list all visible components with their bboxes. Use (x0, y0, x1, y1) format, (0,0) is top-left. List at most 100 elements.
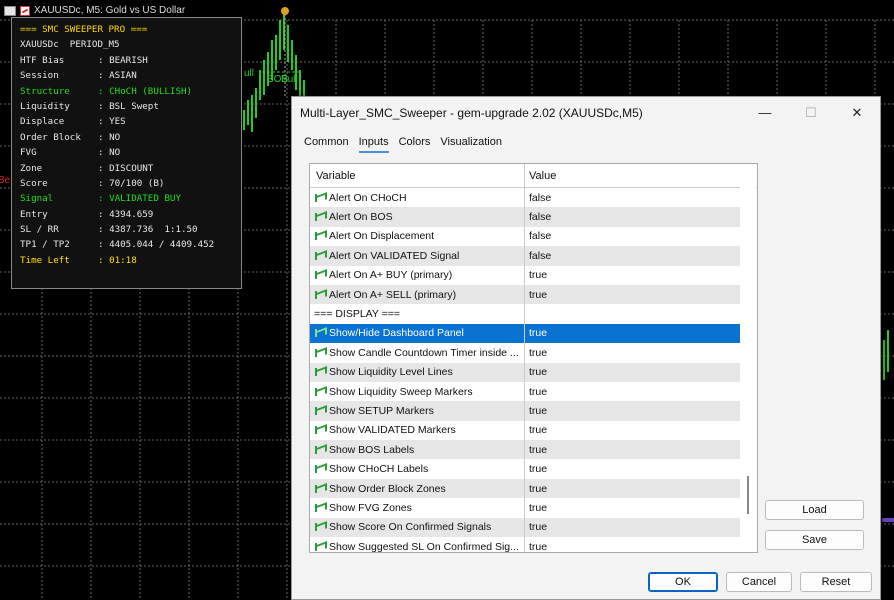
variable-cell[interactable]: Alert On BOS (310, 207, 525, 227)
dashboard-row-label: HTF Bias (20, 54, 65, 66)
table-row[interactable]: Alert On Displacement false (310, 226, 741, 247)
table-row[interactable]: Show SETUP Markers true (310, 401, 741, 421)
variable-cell[interactable]: === DISPLAY === (310, 304, 525, 324)
variable-name: Show Score On Confirmed Signals (329, 521, 492, 534)
value-cell[interactable]: true (525, 502, 547, 514)
minimize-button[interactable]: — (742, 97, 788, 128)
table-row[interactable]: Show Candle Countdown Timer inside ... tr… (310, 343, 741, 363)
table-row[interactable]: Show/Hide Dashboard Panel true (310, 323, 741, 344)
variable-name: === DISPLAY === (314, 308, 401, 321)
variable-cell[interactable]: Show VALIDATED Markers (310, 420, 525, 441)
input-arrow-icon (314, 425, 325, 435)
table-row[interactable]: Show BOS Labels true (310, 440, 741, 460)
input-arrow-icon (314, 251, 325, 261)
table-row[interactable]: Alert On VALIDATED Signal false (310, 246, 741, 266)
dashboard-row-value: : ASIAN (98, 70, 137, 82)
dashboard-row: Structure: CHoCH (BULLISH) (20, 86, 241, 101)
table-row[interactable]: Alert On CHoCH false (310, 188, 741, 208)
table-row[interactable]: Show FVG Zones true (310, 498, 741, 518)
variable-cell[interactable]: Show Candle Countdown Timer inside ... (310, 343, 525, 363)
ok-button[interactable]: OK (648, 572, 718, 592)
table-row[interactable]: Show Liquidity Level Lines true (310, 362, 741, 382)
inputs-table-header: Variable Value (310, 164, 757, 188)
table-row[interactable]: Show Suggested SL On Confirmed Sig... tru… (310, 537, 741, 552)
variable-name: Show Liquidity Sweep Markers (329, 385, 473, 398)
value-cell[interactable]: false (525, 230, 551, 242)
variable-cell[interactable]: Show Liquidity Sweep Markers (310, 381, 525, 402)
tab-visualization[interactable]: Visualization (440, 136, 502, 153)
value-cell[interactable]: true (525, 405, 547, 417)
value-cell[interactable]: false (525, 211, 551, 223)
value-cell[interactable]: true (525, 269, 547, 281)
tab-inputs[interactable]: Inputs (358, 136, 389, 153)
value-cell[interactable]: true (525, 327, 547, 339)
value-cell[interactable]: true (525, 347, 547, 359)
value-cell[interactable]: true (525, 444, 547, 456)
variable-cell[interactable]: Show Order Block Zones (310, 478, 525, 499)
value-cell[interactable]: true (525, 289, 547, 301)
table-row[interactable]: Show Order Block Zones true (310, 478, 741, 499)
inputs-scrollbar[interactable] (740, 164, 756, 552)
dashboard-row-label: Zone (20, 162, 43, 174)
column-header-variable[interactable]: Variable (310, 164, 525, 187)
table-row[interactable]: Show CHoCH Labels true (310, 459, 741, 479)
dashboard-row: Signal: VALIDATED BUY (20, 193, 241, 208)
scrollbar-thumb[interactable] (747, 476, 749, 514)
variable-cell[interactable]: Alert On VALIDATED Signal (310, 246, 525, 266)
maximize-button[interactable]: ☐ (788, 97, 834, 128)
dashboard-row-label: Entry (20, 208, 48, 220)
table-row[interactable]: Show VALIDATED Markers true (310, 420, 741, 441)
input-arrow-icon (314, 348, 325, 358)
dashboard-row-value: : 70/100 (B) (98, 177, 165, 189)
variable-cell[interactable]: Show BOS Labels (310, 440, 525, 460)
variable-cell[interactable]: Show CHoCH Labels (310, 459, 525, 479)
dashboard-row: SL / RR: 4387.736 1:1.50 (20, 224, 241, 239)
variable-name: Show BOS Labels (329, 443, 415, 456)
value-cell[interactable]: true (525, 386, 547, 398)
variable-cell[interactable]: Alert On A+ SELL (primary) (310, 284, 525, 305)
table-row[interactable]: Alert On BOS false (310, 207, 741, 227)
dashboard-row-label: Score (20, 177, 48, 189)
table-row[interactable]: === DISPLAY === (310, 304, 741, 324)
input-arrow-icon (314, 484, 325, 494)
value-cell[interactable]: true (525, 463, 547, 475)
close-button[interactable]: ✕ (834, 97, 880, 128)
table-row[interactable]: Show Liquidity Sweep Markers true (310, 381, 741, 402)
right-zone-marker (882, 518, 894, 522)
value-cell[interactable]: true (525, 424, 547, 436)
table-row[interactable]: Alert On A+ BUY (primary) true (310, 265, 741, 285)
cancel-button[interactable]: Cancel (726, 572, 792, 592)
variable-cell[interactable]: Show Liquidity Level Lines (310, 362, 525, 382)
variable-cell[interactable]: Alert On Displacement (310, 226, 525, 247)
tab-common[interactable]: Common (304, 136, 349, 153)
variable-cell[interactable]: Alert On CHoCH (310, 188, 525, 208)
input-arrow-icon (314, 503, 325, 513)
variable-name: Alert On BOS (329, 211, 393, 224)
reset-button[interactable]: Reset (800, 572, 872, 592)
tab-colors[interactable]: Colors (399, 136, 431, 153)
dashboard-row-value: : DISCOUNT (98, 162, 154, 174)
variable-cell[interactable]: Show Suggested SL On Confirmed Sig... (310, 537, 525, 552)
variable-cell[interactable]: Show Score On Confirmed Signals (310, 517, 525, 538)
dashboard-row: HTF Bias : BEARISH (20, 55, 241, 70)
variable-cell[interactable]: Alert On A+ BUY (primary) (310, 265, 525, 285)
value-cell[interactable]: true (525, 521, 547, 533)
dashboard-row-label: SL / RR (20, 224, 59, 236)
value-cell[interactable]: true (525, 541, 547, 552)
load-button[interactable]: Load (765, 500, 864, 520)
value-cell[interactable]: true (525, 483, 547, 495)
dashboard-row: TP1 / TP2: 4405.044 / 4409.452 (20, 239, 241, 254)
column-header-value[interactable]: Value (525, 170, 556, 182)
save-button[interactable]: Save (765, 530, 864, 550)
value-cell[interactable]: false (525, 192, 551, 204)
dashboard-row-label: Time Left (20, 254, 70, 266)
value-cell[interactable]: true (525, 366, 547, 378)
variable-cell[interactable]: Show/Hide Dashboard Panel (310, 323, 525, 344)
variable-name: Alert On CHoCH (329, 191, 407, 204)
variable-cell[interactable]: Show FVG Zones (310, 498, 525, 518)
table-row[interactable]: Show Score On Confirmed Signals true (310, 517, 741, 538)
value-cell[interactable]: false (525, 250, 551, 262)
table-row[interactable]: Alert On A+ SELL (primary) true (310, 284, 741, 305)
variable-cell[interactable]: Show SETUP Markers (310, 401, 525, 421)
dashboard-row-value: : BEARISH (98, 54, 148, 66)
